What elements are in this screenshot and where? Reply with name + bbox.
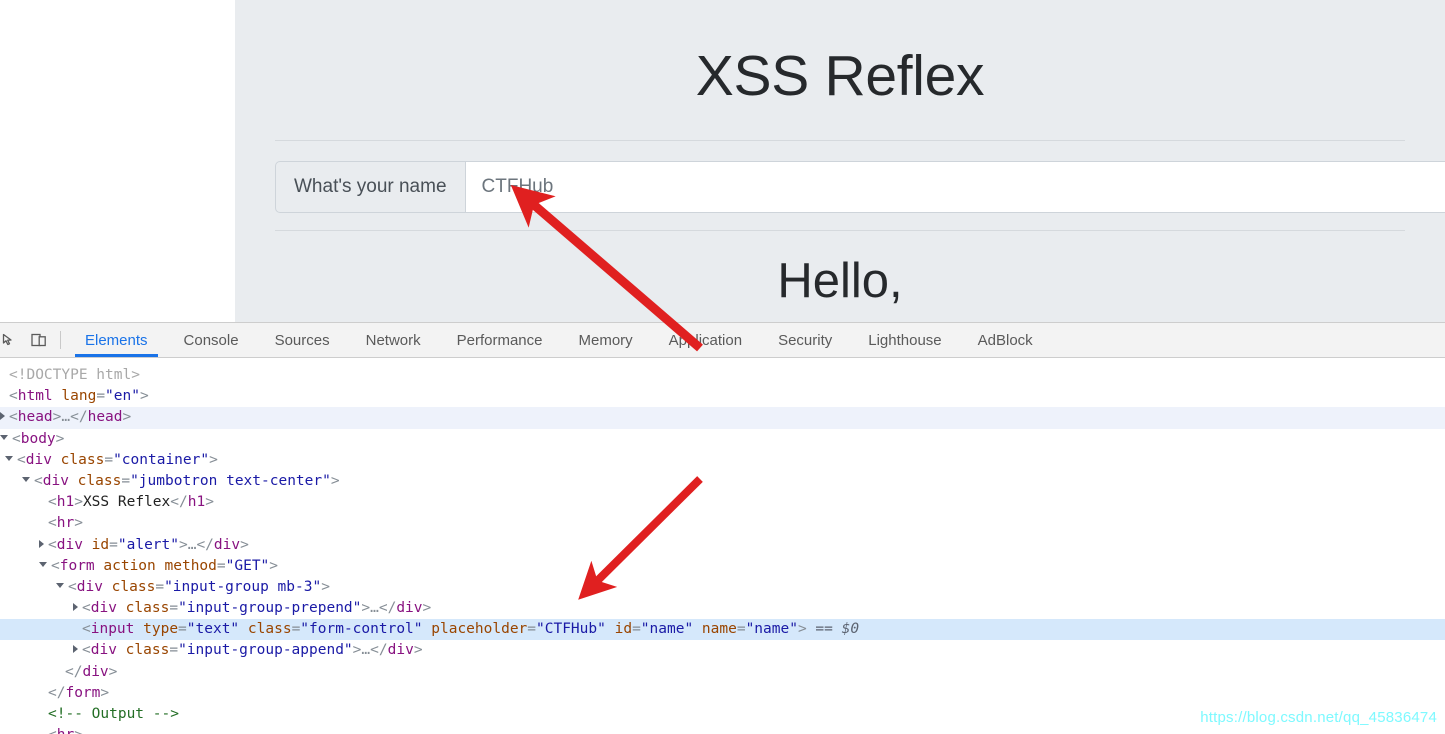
dom-tree-row[interactable]: </form> (0, 683, 1445, 704)
dom-tree-row[interactable]: <!DOCTYPE html> (0, 365, 1445, 386)
dom-tree-row[interactable]: <div class="jumbotron text-center"> (0, 471, 1445, 492)
tab-label: Network (365, 331, 421, 349)
dom-row-content: <div class="input-group-prepend">…</div> (0, 600, 431, 616)
input-group-prepend: What's your name (275, 160, 466, 213)
dom-row-content: <html lang="en"> (9, 388, 149, 405)
dom-row-content: </div> (65, 663, 118, 680)
dom-tree-row[interactable]: <div class="container"> (0, 450, 1445, 471)
chevron-right-icon[interactable] (39, 539, 44, 548)
chevron-down-icon[interactable] (5, 456, 13, 462)
dom-tree-row[interactable]: <body> (0, 429, 1445, 450)
dom-row-content: <hr> (0, 727, 83, 734)
inspect-element-icon[interactable] (0, 323, 24, 357)
device-toolbar-icon[interactable] (24, 323, 54, 357)
tab-label: Sources (274, 331, 330, 349)
dom-tree-row[interactable]: <div class="input-group mb-3"> (0, 577, 1445, 598)
tab-console[interactable]: Console (166, 323, 257, 357)
dom-tree-row[interactable]: <hr> (0, 725, 1445, 734)
chevron-right-icon[interactable] (0, 412, 5, 421)
greeting-output: Hello, (777, 253, 903, 308)
tab-lighthouse[interactable]: Lighthouse (850, 323, 959, 357)
tab-network[interactable]: Network (348, 323, 439, 357)
dom-row-content: <div class="input-group-append">…</div> (0, 642, 423, 658)
chevron-right-icon[interactable] (73, 645, 78, 654)
dom-row-content: <form action method="GET"> (0, 558, 278, 574)
dom-row-content: <!DOCTYPE html> (9, 367, 140, 383)
tab-label: Memory (578, 331, 633, 349)
tab-adblock[interactable]: AdBlock (960, 323, 1051, 357)
tab-performance[interactable]: Performance (439, 323, 561, 357)
tab-label: Performance (456, 331, 543, 349)
tab-label: Lighthouse (868, 331, 942, 349)
chevron-right-icon[interactable] (73, 603, 78, 612)
tab-label: Elements (85, 331, 148, 349)
dom-row-content: <div class="container"> (0, 452, 218, 468)
watermark: https://blog.csdn.net/qq_45836474 (1200, 709, 1437, 726)
jumbotron: XSS Reflex What's your name Hello, (235, 0, 1445, 322)
devtools-panel: Elements Console Sources Network Perform… (0, 322, 1445, 734)
dom-tree-row[interactable]: </div> (0, 662, 1445, 683)
dom-tree-row[interactable]: <div id="alert">…</div> (0, 535, 1445, 556)
tab-application[interactable]: Application (651, 323, 760, 357)
dom-tree-row[interactable]: <input type="text" class="form-control" … (0, 619, 1445, 641)
page-title: XSS Reflex (695, 44, 985, 108)
dom-tree-row[interactable]: <div class="input-group-append">…</div> (0, 640, 1445, 661)
dom-row-content: <h1>XSS Reflex</h1> (48, 494, 214, 511)
dom-row-content: <hr> (48, 515, 83, 532)
devtools-toolbar: Elements Console Sources Network Perform… (0, 323, 1445, 358)
dom-tree-row[interactable]: <form action method="GET"> (0, 556, 1445, 577)
toolbar-separator (60, 331, 61, 349)
name-form: What's your name (235, 160, 1445, 213)
dom-tree-row[interactable]: <h1>XSS Reflex</h1> (0, 492, 1445, 513)
dom-row-content: </form> (48, 684, 110, 701)
chevron-down-icon[interactable] (39, 562, 47, 568)
browser-page-viewport: XSS Reflex What's your name Hello, (0, 0, 1445, 322)
dom-row-content: <head>…</head> (0, 409, 131, 425)
devtools-tabs: Elements Console Sources Network Perform… (67, 323, 1445, 357)
dom-row-content: <div class="input-group mb-3"> (0, 579, 330, 595)
name-input-label: What's your name (275, 160, 466, 213)
chevron-down-icon[interactable] (0, 435, 8, 441)
dom-row-content: <div class="jumbotron text-center"> (0, 473, 340, 489)
dom-row-content: <!-- Output --> (48, 706, 179, 722)
tab-memory[interactable]: Memory (561, 323, 651, 357)
dom-tree-row[interactable]: <hr> (0, 513, 1445, 534)
name-input[interactable] (465, 160, 1445, 213)
tab-label: AdBlock (977, 331, 1033, 349)
dom-row-content: <body> (0, 431, 64, 447)
chevron-down-icon[interactable] (22, 477, 30, 483)
tab-label: Security (778, 331, 833, 349)
dom-tree-row[interactable]: <div class="input-group-prepend">…</div> (0, 598, 1445, 619)
name-input-group: What's your name (275, 160, 1445, 213)
dom-tree[interactable]: <!DOCTYPE html> <html lang="en"> <head>…</… (0, 358, 1445, 734)
dom-tree-row[interactable]: <head>…</head> (0, 407, 1445, 429)
tab-elements[interactable]: Elements (67, 323, 166, 357)
dom-row-content: <input type="text" class="form-control" … (82, 621, 860, 638)
dom-tree-row[interactable]: <html lang="en"> (0, 386, 1445, 407)
divider-top (275, 139, 1405, 141)
chevron-down-icon[interactable] (56, 583, 64, 589)
dom-row-content: <div id="alert">…</div> (0, 537, 249, 553)
tab-label: Application (668, 331, 743, 349)
tab-sources[interactable]: Sources (257, 323, 348, 357)
tab-label: Console (183, 331, 239, 349)
page-container: XSS Reflex What's your name Hello, (235, 0, 1445, 322)
tab-security[interactable]: Security (760, 323, 850, 357)
